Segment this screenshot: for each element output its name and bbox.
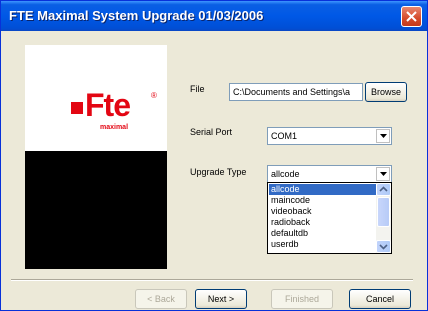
chevron-down-icon: [380, 172, 387, 176]
finished-button[interactable]: Finished: [271, 289, 333, 309]
scroll-up-button[interactable]: [376, 183, 391, 196]
upgrade-type-label: Upgrade Type: [190, 167, 247, 177]
browse-button-label: Browse: [370, 87, 401, 97]
next-button[interactable]: Next >: [195, 289, 247, 309]
file-path-field[interactable]: C:\Documents and Settings\a: [229, 83, 363, 101]
browse-button[interactable]: Browse: [365, 82, 407, 102]
serial-port-value: COM1: [271, 131, 298, 141]
option-maincode[interactable]: maincode: [269, 195, 377, 206]
upgrade-type-dropdown-list: allcode maincode videoback radioback def…: [267, 182, 392, 254]
upgrade-type-dropdown-button[interactable]: [376, 167, 390, 181]
title-bar[interactable]: FTE Maximal System Upgrade 01/03/2006: [1, 1, 427, 31]
option-defaultdb[interactable]: defaultdb: [269, 228, 377, 239]
cancel-button[interactable]: Cancel: [349, 289, 411, 309]
serial-port-dropdown-button[interactable]: [376, 129, 390, 143]
chevron-up-icon: [379, 186, 388, 192]
logo-registered-mark: ®: [151, 91, 157, 100]
close-icon: [406, 11, 417, 22]
scroll-thumb[interactable]: [377, 197, 390, 227]
logo-text: Fte: [85, 87, 131, 123]
serial-port-label: Serial Port: [190, 127, 233, 137]
serial-port-select[interactable]: COM1: [267, 127, 392, 145]
upgrade-type-value: allcode: [271, 169, 300, 179]
close-button[interactable]: [401, 6, 422, 27]
window-title: FTE Maximal System Upgrade 01/03/2006: [9, 8, 264, 23]
dropdown-scrollbar[interactable]: [376, 183, 391, 253]
logo-background: Fte ® maximal: [25, 45, 167, 151]
option-allcode[interactable]: allcode: [269, 184, 377, 195]
back-button[interactable]: < Back: [135, 289, 187, 309]
option-userdb[interactable]: userdb: [269, 239, 377, 250]
option-videoback[interactable]: videoback: [269, 206, 377, 217]
upgrade-dialog: FTE Maximal System Upgrade 01/03/2006 Ft…: [0, 0, 428, 311]
logo-mark: [71, 102, 83, 114]
footer-divider: [11, 279, 413, 281]
option-radioback[interactable]: radioback: [269, 217, 377, 228]
scroll-down-button[interactable]: [376, 240, 391, 253]
upgrade-type-select[interactable]: allcode: [267, 165, 392, 183]
logo-subtitle: maximal: [100, 124, 129, 131]
logo-panel: Fte ® maximal: [25, 45, 167, 269]
chevron-down-icon: [380, 134, 387, 138]
chevron-down-icon: [379, 244, 388, 250]
file-label: File: [190, 84, 205, 94]
